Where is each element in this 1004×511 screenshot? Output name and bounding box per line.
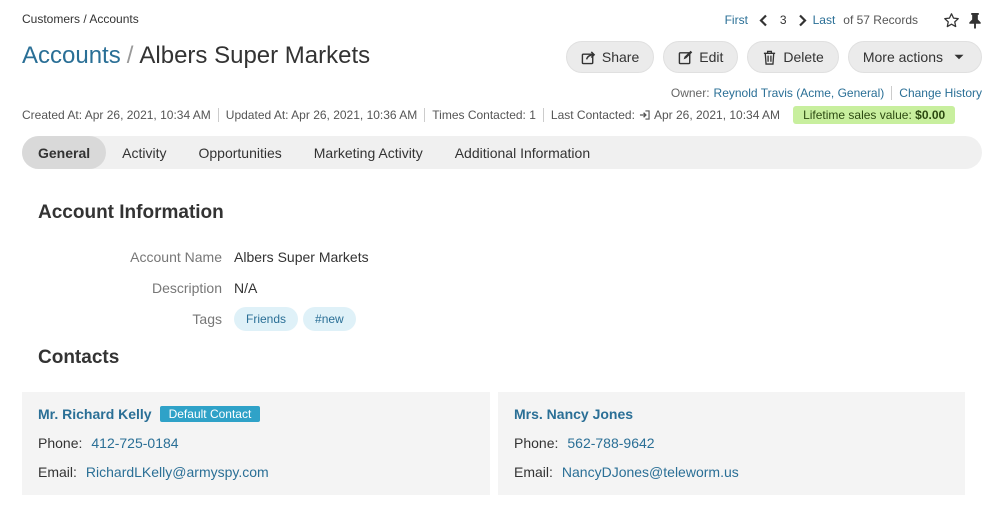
contact-card: Mr. Richard Kelly Default Contact Phone:… xyxy=(22,392,490,495)
created-at: Created At: Apr 26, 2021, 10:34 AM xyxy=(22,108,211,122)
caret-down-icon xyxy=(954,54,964,60)
tags-list: Friends #new xyxy=(234,307,361,331)
pager-record-count: of 57 Records xyxy=(843,13,918,27)
pager-first-link[interactable]: First xyxy=(725,13,748,27)
owner-row: Owner: Reynold Travis (Acme, General) Ch… xyxy=(671,86,982,100)
last-contacted-value: Apr 26, 2021, 10:34 AM xyxy=(653,108,781,122)
contact-name-link[interactable]: Mrs. Nancy Jones xyxy=(514,406,633,422)
contact-card: Mrs. Nancy Jones Phone: 562-788-9642 Emai… xyxy=(498,392,965,495)
record-actions: Share Edit Delete More actions xyxy=(565,41,982,73)
title-separator: / xyxy=(126,42,134,69)
record-meta: Created At: Apr 26, 2021, 10:34 AM Updat… xyxy=(22,106,956,124)
account-name-label: Account Name xyxy=(130,249,222,265)
contact-name-wrap: Mrs. Nancy Jones xyxy=(514,406,633,422)
owner-divider xyxy=(891,86,893,100)
contact-phone-row: Phone: 412-725-0184 xyxy=(38,435,179,451)
contact-email-label: Email: xyxy=(514,464,553,480)
contact-email-link[interactable]: RichardLKelly@armyspy.com xyxy=(86,464,269,480)
trash-icon xyxy=(764,50,776,65)
pager-last-link[interactable]: Last xyxy=(813,13,836,27)
title-record-name: Albers Super Markets xyxy=(139,42,371,69)
contact-email-label: Email: xyxy=(38,464,77,480)
contact-email-row: Email: NancyDJones@teleworm.us xyxy=(514,464,739,480)
contact-email-link[interactable]: NancyDJones@teleworm.us xyxy=(562,464,739,480)
contact-phone-label: Phone: xyxy=(514,435,559,451)
title-module-link[interactable]: Accounts xyxy=(22,42,121,69)
change-history-link[interactable]: Change History xyxy=(899,86,982,100)
owner-link[interactable]: Reynold Travis (Acme, General) xyxy=(714,86,885,100)
delete-button[interactable]: Delete xyxy=(747,41,839,73)
contact-phone-link[interactable]: 412-725-0184 xyxy=(91,435,178,451)
owner-label: Owner: xyxy=(670,86,710,100)
tab-marketing-activity[interactable]: Marketing Activity xyxy=(298,136,439,169)
more-actions-button[interactable]: More actions xyxy=(847,41,982,73)
delete-button-label: Delete xyxy=(783,49,824,65)
lifetime-sales-badge: Lifetime sales value: $0.00 xyxy=(793,106,956,124)
edit-button[interactable]: Edit xyxy=(663,41,739,73)
contact-name-wrap: Mr. Richard Kelly Default Contact xyxy=(38,406,261,422)
star-icon[interactable] xyxy=(942,11,960,29)
pin-icon[interactable] xyxy=(966,11,984,29)
tab-opportunities[interactable]: Opportunities xyxy=(182,136,297,169)
times-contacted: Times Contacted: 1 xyxy=(424,108,543,122)
contact-email-row: Email: RichardLKelly@armyspy.com xyxy=(38,464,269,480)
lifetime-sales-value: $0.00 xyxy=(915,108,946,122)
contact-phone-row: Phone: 562-788-9642 xyxy=(514,435,655,451)
updated-at: Updated At: Apr 26, 2021, 10:36 AM xyxy=(217,108,424,122)
last-contacted-label: Last Contacted: xyxy=(550,108,635,122)
share-button-label: Share xyxy=(601,49,640,65)
pager-current-page: 3 xyxy=(779,13,787,27)
share-button[interactable]: Share xyxy=(565,41,655,73)
account-information-heading: Account Information xyxy=(38,202,224,223)
breadcrumb[interactable]: Customers / Accounts xyxy=(22,12,139,26)
contact-phone-label: Phone: xyxy=(38,435,83,451)
tab-activity[interactable]: Activity xyxy=(106,136,182,169)
tab-general[interactable]: General xyxy=(22,136,107,169)
tag-chip[interactable]: #new xyxy=(303,307,356,331)
contacts-heading: Contacts xyxy=(38,347,120,368)
description-value: N/A xyxy=(234,280,258,296)
page-title: Accounts / Albers Super Markets xyxy=(22,42,370,70)
sign-in-icon xyxy=(640,110,650,120)
default-contact-badge: Default Contact xyxy=(159,406,261,422)
contact-name-link[interactable]: Mr. Richard Kelly xyxy=(38,406,152,422)
tab-additional-information[interactable]: Additional Information xyxy=(439,136,606,169)
share-icon xyxy=(581,50,596,64)
description-label: Description xyxy=(151,280,222,296)
last-contacted: Last Contacted: Apr 26, 2021, 10:34 AM xyxy=(542,108,787,122)
chevron-right-icon[interactable] xyxy=(797,13,809,27)
edit-button-label: Edit xyxy=(699,49,724,65)
account-name-value: Albers Super Markets xyxy=(234,249,369,265)
lifetime-sales-label: Lifetime sales value: xyxy=(803,108,912,122)
record-tabs: General Activity Opportunities Marketing… xyxy=(22,136,982,169)
edit-icon xyxy=(678,50,693,64)
tag-chip[interactable]: Friends xyxy=(234,307,299,331)
contact-phone-link[interactable]: 562-788-9642 xyxy=(567,435,654,451)
tags-label: Tags xyxy=(192,311,222,327)
chevron-left-icon[interactable] xyxy=(758,13,770,27)
record-pager: First 3 Last of 57 Records xyxy=(725,10,984,30)
more-actions-label: More actions xyxy=(862,49,943,65)
